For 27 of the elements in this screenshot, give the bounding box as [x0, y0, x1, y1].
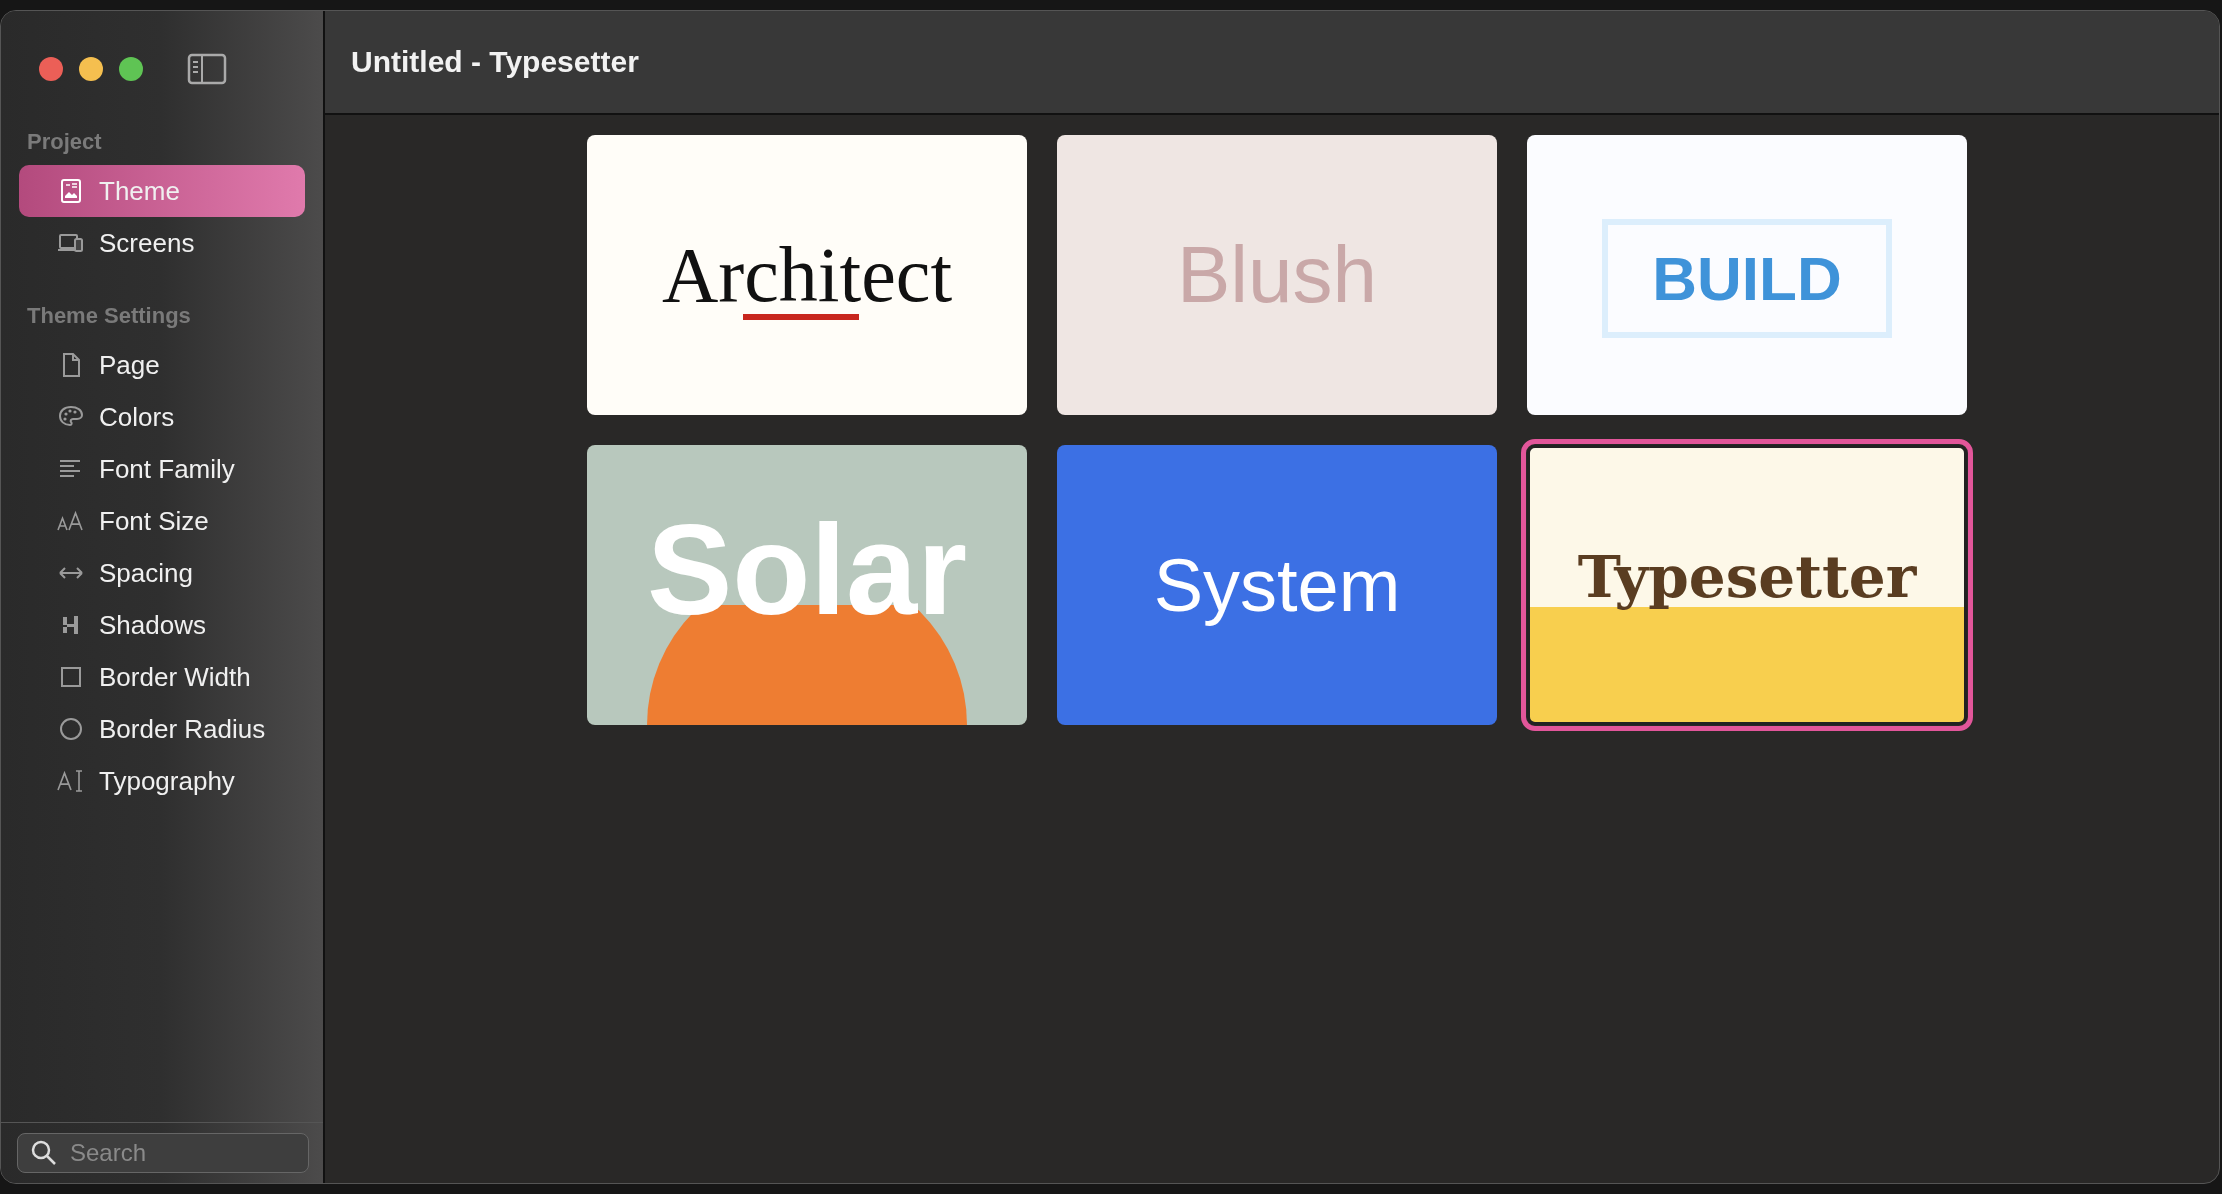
sidebar-item[interactable]: Spacing [19, 547, 305, 599]
sidebar-item[interactable]: Page [19, 339, 305, 391]
sidebar-item[interactable]: Font Family [19, 443, 305, 495]
theme-name: Architect [661, 230, 953, 320]
sidebar-item[interactable]: Font Size [19, 495, 305, 547]
window-title: Untitled - Typesetter [351, 45, 639, 79]
sidebar-item[interactable]: Border Radius [19, 703, 305, 755]
window-control-button[interactable] [39, 57, 63, 81]
sidebar-item[interactable]: Colors [19, 391, 305, 443]
circle-icon [57, 715, 85, 743]
section-heading: Project [26, 129, 103, 155]
sidebar-toggle-icon[interactable] [187, 53, 227, 85]
section-heading: Theme Settings [26, 303, 192, 329]
theme-name: System [1153, 542, 1401, 628]
sidebar-item[interactable]: Border Width [19, 651, 305, 703]
theme-card[interactable]: Architect [587, 135, 1027, 415]
window-control-button[interactable] [79, 57, 103, 81]
theme-name: BUILD [1602, 218, 1892, 338]
theme-name: Solar [646, 506, 968, 634]
sidebar-item[interactable]: Screens [19, 217, 305, 269]
sidebar-item[interactable]: Typography [19, 755, 305, 807]
sidebar-item[interactable]: Shadows [19, 599, 305, 651]
window-control-button[interactable] [119, 57, 143, 81]
search-field[interactable]: Search [17, 1133, 309, 1173]
theme-card[interactable]: System [1057, 445, 1497, 725]
typography-icon [57, 767, 85, 795]
theme-name: Blush [1176, 229, 1378, 321]
